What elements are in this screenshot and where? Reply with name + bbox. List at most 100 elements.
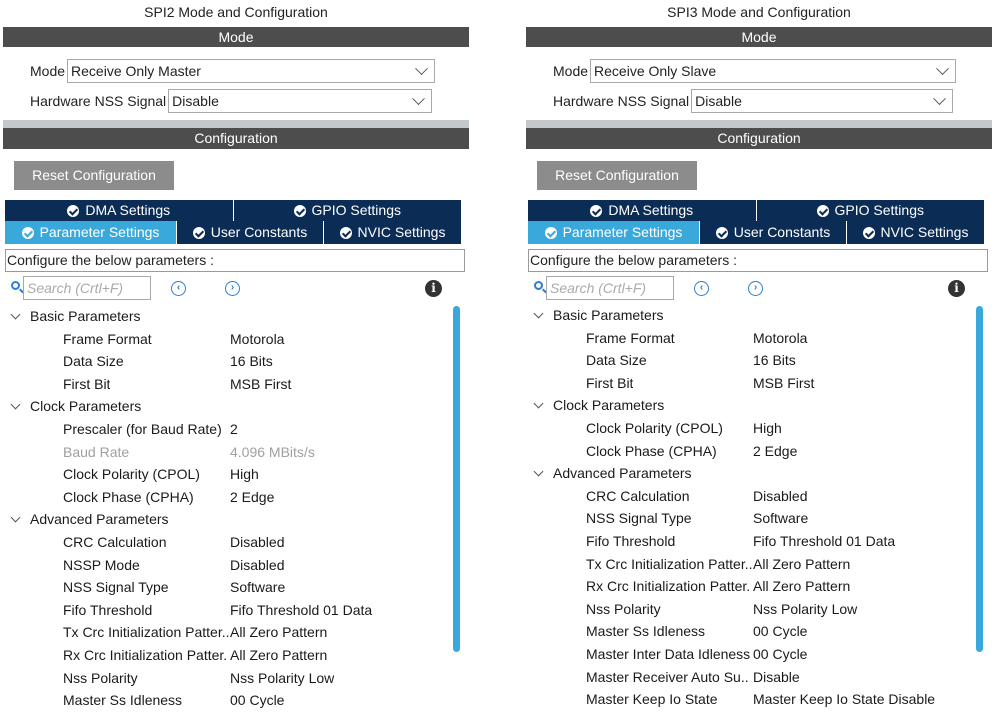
- parameter-row[interactable]: Tx Crc Initialization Patter.. All Zero P…: [3, 621, 453, 643]
- parameter-row[interactable]: CRC Calculation Disabled: [3, 531, 453, 553]
- parameter-value[interactable]: Disabled: [753, 485, 807, 507]
- tab-dma-settings[interactable]: DMA Settings: [528, 200, 756, 221]
- prev-icon[interactable]: ‹: [171, 281, 186, 296]
- parameter-value[interactable]: Motorola: [230, 328, 284, 350]
- tab-dma-settings[interactable]: DMA Settings: [5, 200, 233, 221]
- tree-group[interactable]: Clock Parameters: [526, 394, 976, 416]
- parameter-value[interactable]: Fifo Threshold 01 Data: [753, 530, 895, 552]
- parameter-row[interactable]: Tx Crc Initialization Patter.. All Zero P…: [526, 553, 976, 575]
- parameter-value[interactable]: 2: [230, 418, 238, 440]
- parameter-row[interactable]: Rx Crc Initialization Patter. All Zero Pa…: [526, 575, 976, 597]
- parameter-value[interactable]: 2 Edge: [753, 440, 797, 462]
- parameter-row[interactable]: Nss Polarity Nss Polarity Low: [3, 667, 453, 689]
- next-icon[interactable]: ›: [748, 281, 763, 296]
- parameter-row[interactable]: First Bit MSB First: [3, 373, 453, 395]
- parameter-value[interactable]: Disabled: [230, 531, 284, 553]
- parameter-value[interactable]: Nss Polarity Low: [753, 598, 857, 620]
- parameter-value[interactable]: Software: [230, 576, 285, 598]
- tab-gpio-settings[interactable]: GPIO Settings: [232, 200, 462, 221]
- mode-select[interactable]: Receive Only Master: [67, 59, 436, 83]
- parameter-value[interactable]: Disabled: [230, 554, 284, 576]
- parameter-value[interactable]: Motorola: [753, 327, 807, 349]
- parameter-row[interactable]: Master Keep Io State Master Keep Io State…: [526, 688, 976, 710]
- parameter-value[interactable]: MSB First: [753, 372, 814, 394]
- tabs-top: DMA Settings GPIO Settings: [5, 200, 461, 221]
- parameter-row[interactable]: Prescaler (for Baud Rate) 2: [3, 418, 453, 440]
- next-icon[interactable]: ›: [225, 281, 240, 296]
- parameter-row[interactable]: Master Inter Data Idleness 00 Cycle: [526, 643, 976, 665]
- parameter-value[interactable]: High: [230, 463, 259, 485]
- tab-gpio-settings[interactable]: GPIO Settings: [755, 200, 985, 221]
- parameter-value[interactable]: High: [753, 417, 782, 439]
- parameter-value[interactable]: Nss Polarity Low: [230, 667, 334, 689]
- nss-select[interactable]: Disable: [168, 89, 433, 113]
- chevron-down-icon[interactable]: [533, 308, 544, 319]
- scrollbar[interactable]: [453, 306, 460, 652]
- parameter-row[interactable]: Frame Format Motorola: [3, 328, 453, 350]
- parameter-value[interactable]: All Zero Pattern: [230, 644, 327, 666]
- parameter-value[interactable]: MSB First: [230, 373, 291, 395]
- parameter-value[interactable]: 00 Cycle: [753, 643, 807, 665]
- tree-group[interactable]: Basic Parameters: [526, 304, 976, 326]
- parameter-row[interactable]: Clock Polarity (CPOL) High: [3, 463, 453, 485]
- chevron-down-icon[interactable]: [533, 398, 544, 409]
- reset-configuration-button[interactable]: Reset Configuration: [537, 161, 697, 190]
- parameter-row[interactable]: Data Size 16 Bits: [3, 350, 453, 372]
- check-circle-icon: [192, 226, 205, 239]
- search-input[interactable]: Search (Crtl+F): [23, 276, 151, 300]
- parameter-value[interactable]: Software: [753, 507, 808, 529]
- tab-nvic-settings[interactable]: NVIC Settings: [846, 221, 984, 244]
- tree-group[interactable]: Advanced Parameters: [526, 462, 976, 484]
- parameter-value[interactable]: All Zero Pattern: [753, 553, 850, 575]
- parameter-value[interactable]: Disable: [753, 666, 800, 688]
- chevron-down-icon[interactable]: [10, 512, 21, 523]
- parameter-row[interactable]: Master Ss Idleness 00 Cycle: [526, 620, 976, 642]
- parameter-row[interactable]: CRC Calculation Disabled: [526, 485, 976, 507]
- parameter-value[interactable]: 16 Bits: [753, 349, 796, 371]
- tab-label: NVIC Settings: [880, 224, 969, 240]
- info-icon[interactable]: i: [425, 280, 442, 297]
- prev-icon[interactable]: ‹: [694, 281, 709, 296]
- parameter-row[interactable]: Clock Phase (CPHA) 2 Edge: [526, 440, 976, 462]
- parameter-row[interactable]: First Bit MSB First: [526, 372, 976, 394]
- parameter-row[interactable]: Rx Crc Initialization Patter. All Zero Pa…: [3, 644, 453, 666]
- parameter-value[interactable]: All Zero Pattern: [753, 575, 850, 597]
- chevron-down-icon[interactable]: [10, 309, 21, 320]
- parameter-value[interactable]: 2 Edge: [230, 486, 274, 508]
- parameter-row[interactable]: Clock Polarity (CPOL) High: [526, 417, 976, 439]
- parameter-row[interactable]: NSS Signal Type Software: [3, 576, 453, 598]
- parameter-row[interactable]: NSS Signal Type Software: [526, 507, 976, 529]
- tab-user-constants[interactable]: User Constants: [699, 221, 846, 244]
- tree-group[interactable]: Clock Parameters: [3, 395, 453, 417]
- search-input[interactable]: Search (Crtl+F): [546, 276, 674, 300]
- tab-parameter-settings[interactable]: Parameter Settings: [528, 221, 699, 244]
- tab-label: User Constants: [210, 224, 308, 240]
- tree-group[interactable]: Advanced Parameters: [3, 508, 453, 530]
- parameter-row[interactable]: Nss Polarity Nss Polarity Low: [526, 598, 976, 620]
- parameter-row[interactable]: Clock Phase (CPHA) 2 Edge: [3, 486, 453, 508]
- parameter-row[interactable]: Master Receiver Auto Su.. Disable: [526, 666, 976, 688]
- parameter-value[interactable]: Fifo Threshold 01 Data: [230, 599, 372, 621]
- chevron-down-icon[interactable]: [533, 466, 544, 477]
- parameter-value[interactable]: Master Keep Io State Disable: [753, 688, 935, 710]
- parameter-value[interactable]: 00 Cycle: [230, 689, 284, 711]
- parameter-row[interactable]: Frame Format Motorola: [526, 327, 976, 349]
- parameter-value[interactable]: All Zero Pattern: [230, 621, 327, 643]
- parameter-value[interactable]: 00 Cycle: [753, 620, 807, 642]
- parameter-value[interactable]: 16 Bits: [230, 350, 273, 372]
- parameter-row[interactable]: Data Size 16 Bits: [526, 349, 976, 371]
- reset-configuration-button[interactable]: Reset Configuration: [14, 161, 174, 190]
- parameter-row[interactable]: NSSP Mode Disabled: [3, 554, 453, 576]
- mode-select[interactable]: Receive Only Slave: [590, 59, 957, 83]
- info-icon[interactable]: i: [948, 280, 965, 297]
- nss-select[interactable]: Disable: [691, 89, 954, 113]
- tab-nvic-settings[interactable]: NVIC Settings: [323, 221, 461, 244]
- chevron-down-icon[interactable]: [10, 399, 21, 410]
- tab-user-constants[interactable]: User Constants: [176, 221, 323, 244]
- tab-parameter-settings[interactable]: Parameter Settings: [5, 221, 176, 244]
- parameter-row[interactable]: Fifo Threshold Fifo Threshold 01 Data: [526, 530, 976, 552]
- tree-group[interactable]: Basic Parameters: [3, 305, 453, 327]
- parameter-row[interactable]: Master Ss Idleness 00 Cycle: [3, 689, 453, 711]
- scrollbar[interactable]: [976, 306, 983, 652]
- parameter-row[interactable]: Fifo Threshold Fifo Threshold 01 Data: [3, 599, 453, 621]
